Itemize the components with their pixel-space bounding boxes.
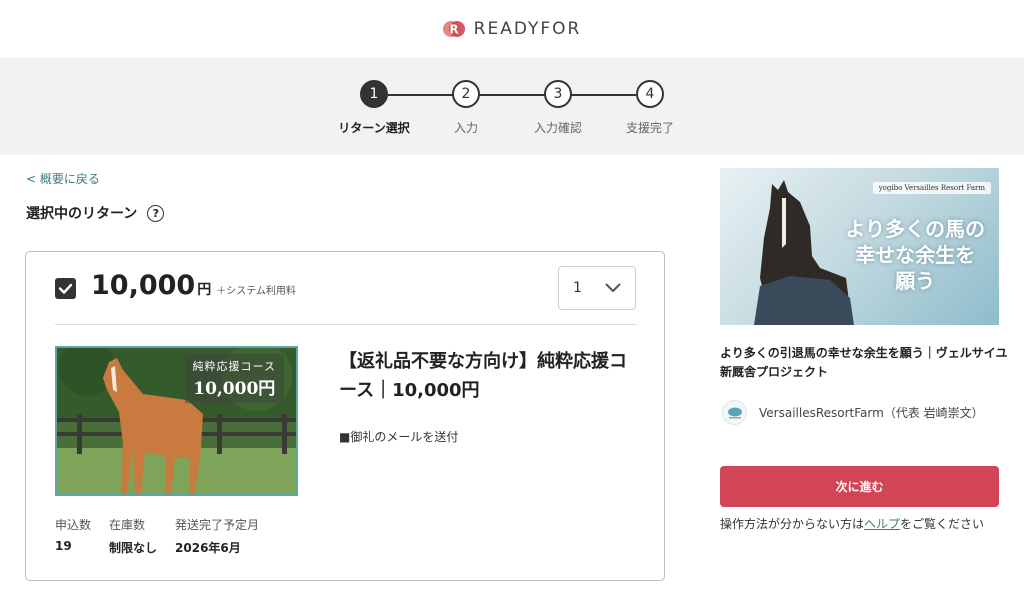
owner-name: VersaillesResortFarm（代表 岩崎崇文） [759, 406, 984, 420]
system-fee-note: ＋システム利用料 [216, 286, 296, 297]
stat-shipping-month: 発送完了予定月 2026年6月 [175, 516, 259, 556]
step-2-circle: 2 [452, 80, 480, 108]
readyfor-logo-icon[interactable]: R [442, 18, 465, 40]
help-suffix: をご覧ください [900, 517, 985, 531]
back-to-overview-link[interactable]: < 概要に戻る [26, 170, 100, 187]
step-1-circle: 1 [360, 80, 388, 108]
card-divider [55, 324, 637, 325]
stat-stock: 在庫数 制限なし [109, 516, 157, 556]
farm-logo-icon [727, 407, 742, 418]
stat-applications: 申込数 19 [55, 516, 91, 556]
image-badge: 純粋応援コース 10,000円 [184, 354, 284, 403]
price-currency: 円 [197, 282, 212, 298]
next-button[interactable]: 次に進む [720, 466, 999, 507]
banner-line-3: 願う [895, 269, 936, 293]
stepper-line [388, 94, 636, 96]
svg-text:R: R [449, 23, 458, 37]
step-2-label: 入力 [453, 121, 479, 135]
section-title-text: 選択中のリターン [26, 206, 138, 222]
selected-return-heading: 選択中のリターン ? [26, 203, 165, 223]
help-icon[interactable]: ? [147, 204, 165, 222]
site-header: R READYFOR [0, 0, 1024, 58]
stat-label: 申込数 [55, 518, 92, 532]
return-card: 10,000 円 ＋システム利用料 1 純粋応援コース 10,000円 【返礼品… [25, 251, 665, 581]
brand-name[interactable]: READYFOR [474, 19, 582, 39]
step-3-circle: 3 [544, 80, 572, 108]
chevron-down-icon [605, 283, 621, 292]
course-image: 純粋応援コース 10,000円 [55, 346, 298, 496]
price-display: 10,000 円 ＋システム利用料 [91, 270, 296, 301]
stat-label: 発送完了予定月 [175, 518, 260, 532]
banner-line-1: より多くの馬の [845, 217, 985, 241]
image-badge-price: 10,000円 [193, 379, 276, 399]
progress-stepper: 1 2 3 4 リターン選択 入力 入力確認 支援完了 [0, 58, 1024, 155]
project-title[interactable]: より多くの引退馬の幸せな余生を願う｜ヴェルサイユ新厩舎プロジェクト [720, 344, 1010, 382]
banner-text: より多くの馬の 幸せな余生を 願う [845, 216, 985, 294]
stat-value: 19 [55, 539, 72, 553]
return-checkbox[interactable] [55, 278, 76, 299]
help-link[interactable]: ヘルプ [864, 517, 900, 531]
stat-value: 制限なし [109, 541, 158, 555]
course-stats: 申込数 19 在庫数 制限なし 発送完了予定月 2026年6月 [55, 516, 259, 556]
banner-line-2: 幸せな余生を [855, 243, 976, 267]
project-owner[interactable]: VersaillesResortFarm（代表 岩崎崇文） [722, 400, 984, 425]
quantity-select[interactable]: 1 [558, 266, 636, 310]
step-1-label: リターン選択 [338, 121, 410, 135]
quantity-value: 1 [573, 280, 582, 296]
help-prefix: 操作方法が分からない方は [720, 517, 865, 531]
course-title: 【返礼品不要な方向け】純粋応援コース｜10,000円 [339, 351, 627, 401]
step-3-label: 入力確認 [533, 121, 583, 135]
checkmark-icon [58, 283, 73, 294]
stat-label: 在庫数 [109, 518, 146, 532]
stat-value: 2026年6月 [175, 541, 241, 555]
image-badge-course: 純粋応援コース [192, 360, 276, 373]
step-4-circle: 4 [636, 80, 664, 108]
price-amount: 10,000 [91, 270, 196, 301]
project-banner[interactable]: yogibo Versailles Resort Farm より多くの馬の 幸せ… [720, 168, 999, 325]
help-text: 操作方法が分からない方はヘルプをご覧ください [720, 515, 984, 532]
course-description: ■御礼のメールを送付 [339, 430, 459, 444]
step-4-label: 支援完了 [625, 121, 675, 135]
banner-logo: yogibo Versailles Resort Farm [872, 182, 991, 194]
owner-avatar [722, 400, 747, 425]
